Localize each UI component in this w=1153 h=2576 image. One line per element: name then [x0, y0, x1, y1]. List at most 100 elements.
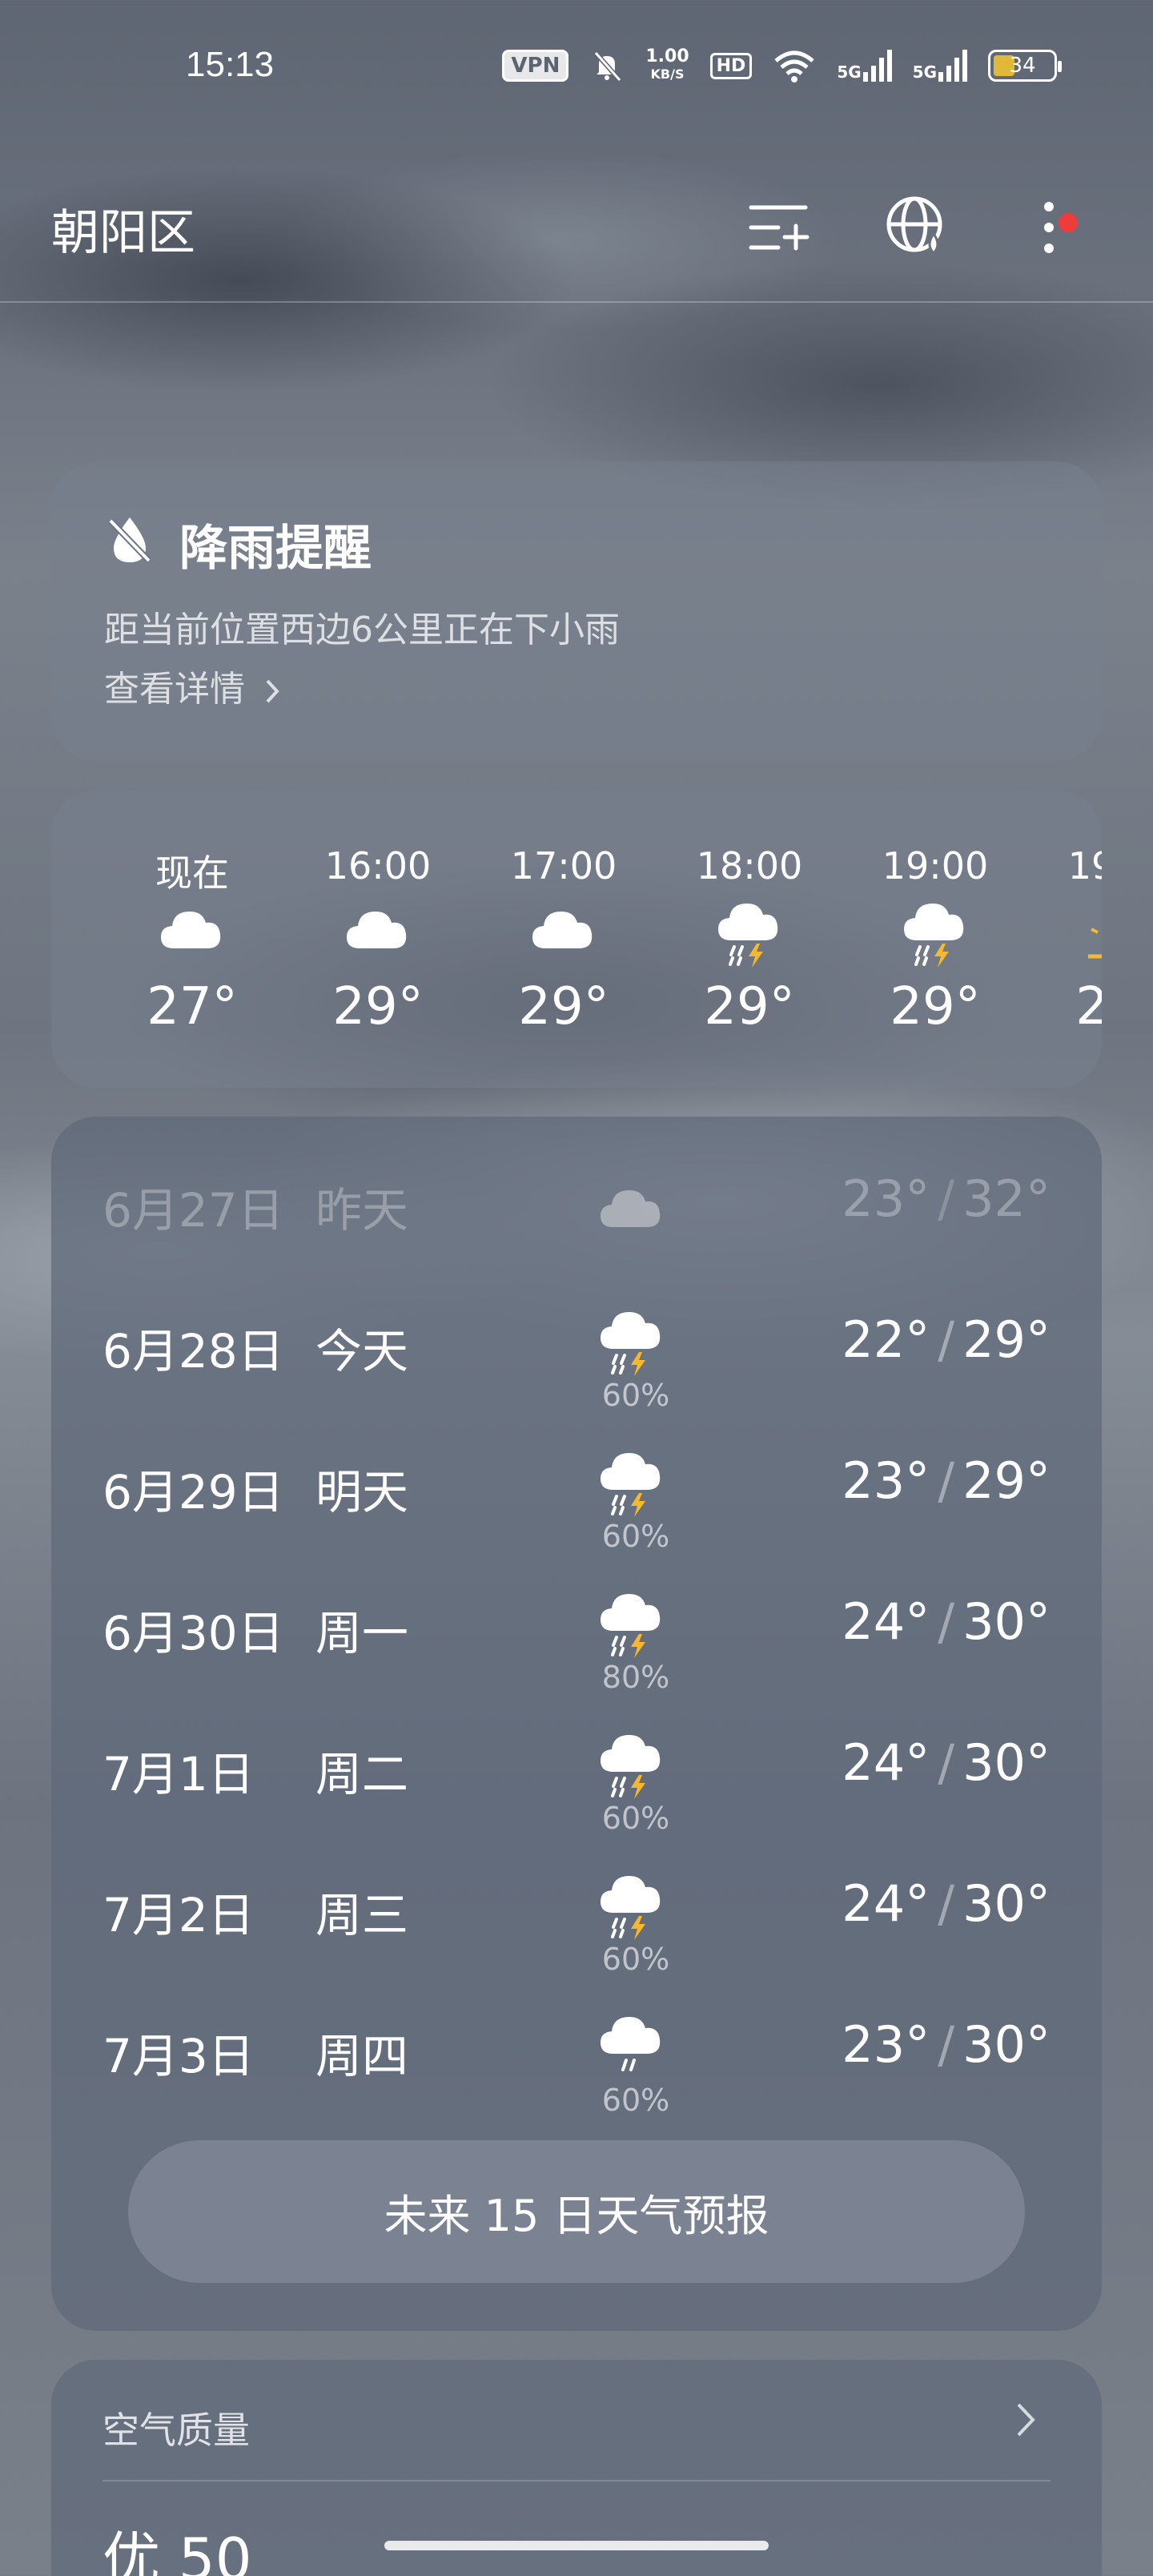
status-icons: VPN 1.00 KB/S HD 5G 5G 34	[502, 42, 1062, 90]
hourly-time: 17:00	[510, 844, 617, 888]
daily-precip: 60%	[601, 1942, 670, 1977]
net-speed-unit: KB/S	[650, 66, 685, 82]
daily-high: 30°	[962, 1874, 1051, 1933]
thunderstorm-icon	[596, 1306, 676, 1386]
net-type-1: 5G	[837, 62, 862, 82]
thunderstorm-icon	[596, 1729, 676, 1809]
divider	[102, 2480, 1051, 2481]
air-quality-title: 空气质量	[102, 2409, 250, 2452]
mute-bell-icon	[594, 51, 622, 82]
daily-temps: 23°/32°	[842, 1169, 1051, 1228]
battery-level: 34	[1009, 54, 1036, 78]
alert-details-link[interactable]: 查看详情	[104, 660, 282, 711]
daily-high: 29°	[962, 1310, 1051, 1369]
hourly-time: 18:00	[696, 844, 803, 888]
home-indicator[interactable]	[384, 2541, 769, 2550]
daily-temps: 22°/29°	[842, 1310, 1051, 1369]
daily-precip: 60%	[601, 1801, 670, 1836]
top-bar: 朝阳区	[0, 160, 1153, 303]
daily-low: 24°	[842, 1874, 930, 1933]
daily-row[interactable]: 6月29日 明天 60% 23°/29°	[51, 1423, 1102, 1564]
cell-signal-1: 5G	[837, 50, 892, 82]
more-vert-icon[interactable]	[1010, 189, 1087, 266]
alert-title: 降雨提醒	[179, 521, 372, 577]
daily-temps: 24°/30°	[842, 1874, 1051, 1933]
daily-low: 23°	[842, 1451, 930, 1510]
city-name[interactable]: 朝阳区	[51, 194, 195, 264]
temp-separator: /	[938, 1169, 955, 1228]
cloudy-icon	[152, 897, 232, 969]
alert-details-label: 查看详情	[104, 669, 245, 710]
hourly-temp: 29°	[704, 977, 795, 1036]
net-type-2: 5G	[912, 62, 937, 82]
cell-signal-2: 5G	[913, 50, 967, 82]
daily-row[interactable]: 7月2日 周三 60% 24°/30°	[51, 1845, 1102, 1986]
status-bar: 15:13 VPN 1.00 KB/S HD 5G 5G 34	[0, 0, 1153, 136]
daily-date: 6月30日	[102, 1606, 284, 1660]
daily-date: 6月27日	[102, 1183, 284, 1238]
daily-weekday: 周四	[315, 2029, 409, 2083]
hd-icon: HD	[709, 52, 753, 79]
air-quality-value: 优 50	[102, 2526, 252, 2576]
thunderstorm-icon	[596, 1447, 676, 1527]
cloudy-icon	[524, 897, 604, 969]
hourly-time: 19:47	[1067, 844, 1102, 888]
city-list-add-icon[interactable]	[740, 189, 817, 266]
daily-weekday: 今天	[315, 1324, 409, 1379]
daily-low: 24°	[842, 1733, 930, 1792]
daily-precip: 80%	[601, 1660, 670, 1695]
daily-weekday: 昨天	[315, 1183, 409, 1238]
globe-rain-icon[interactable]	[879, 189, 956, 266]
daily-precip: 60%	[601, 1378, 670, 1413]
net-speed: 1.00 KB/S	[645, 48, 689, 83]
daily-forecast-card: 6月27日 昨天 23°/32° 6月28日 今天 60% 22°/29° 6月29日 明天 60…	[51, 1117, 1102, 2331]
battery-icon: 34	[988, 50, 1062, 82]
hourly-time: 现在	[155, 851, 229, 895]
daily-high: 30°	[962, 2015, 1051, 2074]
daily-temps: 24°/30°	[842, 1733, 1051, 1792]
thunderstorm-icon	[596, 1870, 676, 1950]
temp-separator: /	[938, 1592, 955, 1651]
daily-row[interactable]: 6月30日 周一 80% 24°/30°	[51, 1564, 1102, 1705]
thunderstorm-icon	[709, 897, 789, 969]
chevron-right-icon	[1017, 2403, 1035, 2437]
cloudy-icon	[338, 897, 418, 969]
hourly-temp: 29°	[332, 977, 424, 1036]
chevron-right-icon	[266, 679, 279, 703]
daily-date: 6月28日	[102, 1324, 284, 1379]
hourly-row[interactable]: 现在 27° 16:00 29° 17:00 29° 18:00 29° 19:00 29° 19:…	[51, 790, 1102, 1088]
daily-weekday: 周三	[315, 1888, 409, 1942]
rain-off-icon	[108, 517, 151, 563]
hourly-temp: 29°	[890, 977, 981, 1036]
rain-alert-card[interactable]: 降雨提醒 距当前位置西边6公里正在下小雨 查看详情	[51, 461, 1102, 761]
hourly-temp: 27°	[147, 977, 238, 1036]
daily-row[interactable]: 6月27日 昨天 23°/32°	[51, 1141, 1102, 1282]
daily-temps: 23°/29°	[842, 1451, 1051, 1510]
daily-row[interactable]: 6月28日 今天 60% 22°/29°	[51, 1282, 1102, 1423]
vpn-icon: VPN	[502, 50, 569, 82]
daily-weekday: 明天	[315, 1465, 409, 1519]
net-speed-value: 1.00	[645, 46, 689, 66]
daily-high: 30°	[962, 1592, 1051, 1651]
thunderstorm-icon	[895, 897, 975, 969]
temp-separator: /	[938, 1874, 955, 1933]
hourly-temp: 29°	[518, 977, 609, 1036]
status-time: 15:13	[186, 45, 275, 84]
cloudy-icon	[596, 1176, 676, 1256]
daily-date: 6月29日	[102, 1465, 284, 1519]
thunderstorm-icon	[596, 1588, 676, 1668]
daily-high: 32°	[962, 1169, 1051, 1228]
forecast-15day-button[interactable]: 未来 15 日天气预报	[128, 2140, 1025, 2283]
daily-low: 24°	[842, 1592, 930, 1651]
daily-row[interactable]: 7月3日 周四 60% 23°/30°	[51, 1986, 1102, 2127]
sunset-icon	[1081, 897, 1102, 969]
hourly-time: 19:00	[882, 844, 989, 888]
daily-temps: 23°/30°	[842, 2015, 1051, 2074]
daily-row[interactable]: 7月1日 周二 60% 24°/30°	[51, 1705, 1102, 1845]
daily-low: 22°	[842, 1310, 930, 1369]
rain-icon	[596, 2010, 676, 2091]
hourly-time: 16:00	[324, 844, 432, 888]
daily-weekday: 周一	[315, 1606, 409, 1660]
daily-date: 7月3日	[102, 2029, 255, 2083]
hourly-forecast-card[interactable]: 现在 27° 16:00 29° 17:00 29° 18:00 29° 19:00 29° 19:…	[51, 790, 1102, 1088]
